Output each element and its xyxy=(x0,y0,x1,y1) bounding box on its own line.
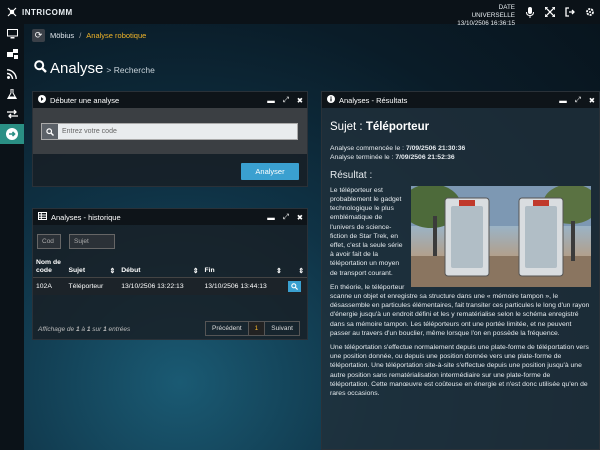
sort-icon: ⇕ xyxy=(298,268,304,275)
page-title: Analyse > Recherche xyxy=(34,60,155,77)
breadcrumb: ⟳ Möbius / Analyse robotique xyxy=(32,28,146,42)
history-panel: Analyses - historique ▬ ⤢ ✖ Cod Sujet No… xyxy=(32,208,308,340)
sidebar-item-go[interactable] xyxy=(0,124,24,144)
top-bar: INTRICOMM DATE UNIVERSELLE 13/10/2506 16… xyxy=(0,0,600,27)
analyse-button[interactable]: Analyser xyxy=(241,163,299,180)
page-1-button[interactable]: 1 xyxy=(247,322,266,335)
filter-subject-input[interactable]: Sujet xyxy=(69,234,115,249)
close-icon[interactable]: ✖ xyxy=(589,96,595,105)
search-icon xyxy=(290,283,298,290)
close-icon[interactable]: ✖ xyxy=(297,96,303,105)
sidebar-item-network[interactable] xyxy=(0,44,24,64)
info-icon xyxy=(327,95,335,105)
logo-text: INTRICOMM xyxy=(22,7,73,17)
universal-date: DATE UNIVERSELLE 13/10/2506 16:36:15 xyxy=(455,4,515,28)
cell-end: 13/10/2506 13:44:13 xyxy=(201,277,285,295)
start-analysis-header: Débuter une analyse ▬ ⤢ ✖ xyxy=(33,92,307,108)
minimize-icon[interactable]: ▬ xyxy=(267,96,275,105)
view-result-button[interactable] xyxy=(287,281,301,292)
table-row[interactable]: 102A Téléporteur 13/10/2506 13:22:13 13/… xyxy=(33,277,307,295)
history-table: Nom de code Sujet ⇕ Début ⇕ Fin ⇕ ⇕ 102A… xyxy=(33,257,307,295)
date-label: DATE UNIVERSELLE xyxy=(471,4,515,19)
results-body: Sujet : Téléporteur Analyse commencée le… xyxy=(322,108,599,406)
start-analysis-title: Débuter une analyse xyxy=(50,95,120,105)
cell-start: 13/10/2506 13:22:13 xyxy=(118,277,202,295)
table-header-row: Nom de code Sujet ⇕ Début ⇕ Fin ⇕ ⇕ xyxy=(33,257,307,278)
sidebar-item-monitor[interactable] xyxy=(0,24,24,44)
cell-action xyxy=(284,277,307,295)
search-icon xyxy=(34,60,47,76)
result-heading: Résultat : xyxy=(330,169,373,181)
column-subject[interactable]: Sujet ⇕ xyxy=(65,257,119,278)
history-header: Analyses - historique ▬ ⤢ ✖ xyxy=(33,209,307,225)
page-title-main: Analyse xyxy=(50,60,104,77)
maximize-icon[interactable]: ⤢ xyxy=(575,95,581,105)
code-input-placeholder: Entrez votre code xyxy=(62,128,117,135)
column-code[interactable]: Nom de code xyxy=(33,257,66,278)
minimize-icon[interactable]: ▬ xyxy=(559,96,567,105)
sort-icon: ⇕ xyxy=(275,268,282,275)
refresh-icon[interactable]: ⟳ xyxy=(32,28,45,42)
sidebar-item-lab[interactable] xyxy=(0,84,24,104)
breadcrumb-separator: / xyxy=(79,30,82,40)
results-header: Analyses - Résultats ▬ ⤢ ✖ xyxy=(322,92,599,108)
sidebar xyxy=(0,24,24,450)
minimize-icon[interactable]: ▬ xyxy=(267,213,275,222)
sort-icon: ⇕ xyxy=(109,268,116,275)
column-start[interactable]: Début ⇕ xyxy=(118,257,202,278)
history-title: Analyses - historique xyxy=(51,212,121,222)
monitor-icon xyxy=(6,29,18,39)
column-end[interactable]: Fin ⇕ xyxy=(201,257,285,278)
results-panel: Analyses - Résultats ▬ ⤢ ✖ Sujet : Télép… xyxy=(321,91,600,450)
column-actions: ⇕ xyxy=(284,257,307,278)
table-icon xyxy=(38,212,47,222)
sort-icon: ⇕ xyxy=(192,268,199,275)
next-page-button[interactable]: Suivant xyxy=(265,322,299,335)
teleporter-photo xyxy=(411,185,591,287)
logo[interactable]: INTRICOMM xyxy=(6,6,73,18)
search-icon xyxy=(42,124,58,139)
close-icon[interactable]: ✖ xyxy=(297,213,303,222)
results-title: Analyses - Résultats xyxy=(339,95,408,105)
prev-page-button[interactable]: Précédent xyxy=(206,322,248,335)
subject: Sujet : Téléporteur xyxy=(330,121,430,133)
filter-code-input[interactable]: Cod xyxy=(37,234,61,249)
network-icon xyxy=(6,49,18,59)
result-paragraph-2: En théorie, le téléporteur scanne un obj… xyxy=(330,283,590,337)
breadcrumb-current[interactable]: Analyse robotique xyxy=(86,31,146,40)
rss-icon xyxy=(7,69,17,79)
date-value: 13/10/2506 16:36:15 xyxy=(457,20,515,27)
code-input[interactable]: Entrez votre code xyxy=(41,123,298,140)
microphone-icon[interactable] xyxy=(520,0,540,24)
transfer-icon xyxy=(6,109,18,119)
table-info: Affichage de 1 à 1 sur 1 entrées xyxy=(38,326,131,333)
maximize-icon[interactable]: ⤢ xyxy=(283,95,289,105)
sidebar-item-transfer[interactable] xyxy=(0,104,24,124)
breadcrumb-root[interactable]: Möbius xyxy=(50,31,74,40)
start-analysis-panel: Débuter une analyse ▬ ⤢ ✖ Entrez votre c… xyxy=(32,91,308,187)
flask-icon xyxy=(7,89,17,99)
cell-code: 102A xyxy=(33,277,66,295)
play-icon xyxy=(38,95,46,105)
sidebar-item-rss[interactable] xyxy=(0,64,24,84)
expand-icon[interactable] xyxy=(540,0,560,24)
logo-icon xyxy=(6,6,18,18)
pagination: Précédent 1 Suivant xyxy=(205,321,300,336)
maximize-icon[interactable]: ⤢ xyxy=(283,212,289,222)
logout-icon[interactable] xyxy=(560,0,580,24)
settings-icon[interactable] xyxy=(580,0,600,24)
analysis-ended: Analyse terminée le : 7/09/2506 21:52:36 xyxy=(330,154,455,162)
arrow-right-circle-icon xyxy=(6,128,18,140)
cell-subject: Téléporteur xyxy=(65,277,119,295)
analysis-started: Analyse commencée le : 7/09/2506 21:30:3… xyxy=(330,145,466,153)
page-title-sub: > Recherche xyxy=(106,65,155,75)
result-paragraph-3: Une téléportation s'effectue normalement… xyxy=(330,344,589,398)
